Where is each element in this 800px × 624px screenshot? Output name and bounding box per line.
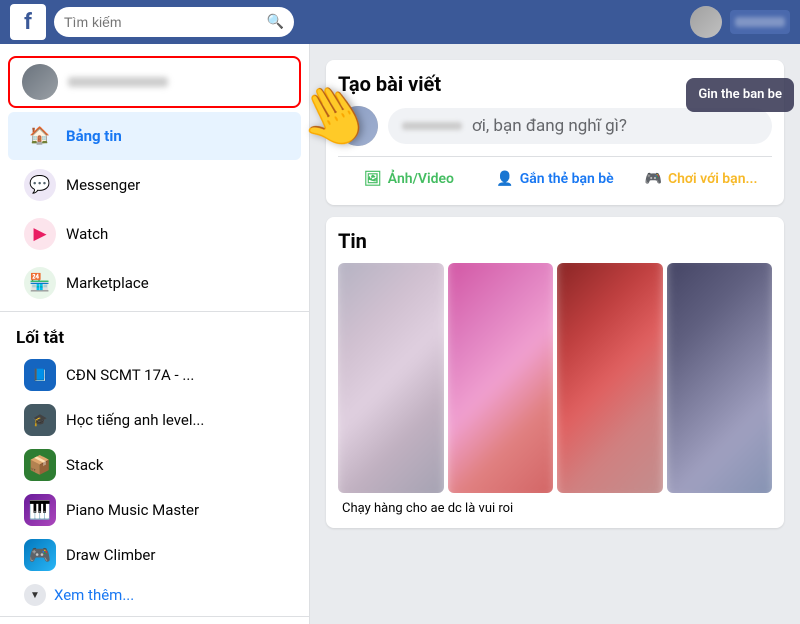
hoc-icon: 🎓 xyxy=(24,404,56,436)
search-input[interactable] xyxy=(64,14,267,30)
sidebar-item-bang-tin[interactable]: 🏠 Bảng tin xyxy=(8,112,301,160)
feed-column: 🤚 Gin the ban be Tạo bài viết ơi, bạn đa… xyxy=(326,60,784,540)
sidebar-item-messenger[interactable]: 💬 Messenger xyxy=(8,161,301,209)
shortcut-cdn[interactable]: 📘 CĐN SCMT 17A - ... xyxy=(8,353,301,397)
profile-name-blur xyxy=(68,77,168,87)
avatar xyxy=(22,64,58,100)
sidebar: 🏠 Bảng tin 💬 Messenger ▶ Watch 🏪 Marketp… xyxy=(0,44,310,624)
tin-caption: Chạy hàng cho ae dc là vui roi xyxy=(338,493,772,516)
page-wrapper: 🏠 Bảng tin 💬 Messenger ▶ Watch 🏪 Marketp… xyxy=(0,44,800,624)
divider xyxy=(0,311,309,312)
create-post-input-row: ơi, bạn đang nghĩ gì? xyxy=(338,106,772,146)
search-icon: 🔍 xyxy=(267,14,284,30)
tin-image-3[interactable] xyxy=(557,263,663,493)
sidebar-item-label: Watch xyxy=(66,225,108,243)
shortcut-label: Học tiếng anh level... xyxy=(66,411,204,429)
watch-icon: ▶ xyxy=(24,218,56,250)
tin-title: Tin xyxy=(338,229,772,253)
sidebar-item-watch[interactable]: ▶ Watch xyxy=(8,210,301,258)
shortcut-draw[interactable]: 🎮 Draw Climber xyxy=(8,533,301,577)
marketplace-icon: 🏪 xyxy=(24,267,56,299)
sidebar-item-label: Messenger xyxy=(66,176,140,194)
tin-image-2[interactable] xyxy=(448,263,554,493)
shortcut-label: Stack xyxy=(66,456,103,474)
play-game-label: Chơi với bạn... xyxy=(668,171,758,187)
create-post-box: Tạo bài viết ơi, bạn đang nghĩ gì? 🖼 Ảnh… xyxy=(326,60,784,205)
game-icon: 🎮 xyxy=(645,171,662,187)
shortcut-piano[interactable]: 🎹 Piano Music Master xyxy=(8,488,301,532)
navbar-name-pill xyxy=(730,10,790,34)
navbar-right xyxy=(690,6,790,38)
shortcut-stack[interactable]: 📦 Stack xyxy=(8,443,301,487)
avatar[interactable] xyxy=(690,6,722,38)
post-author-name-blur xyxy=(402,122,462,130)
sidebar-item-marketplace[interactable]: 🏪 Marketplace xyxy=(8,259,301,307)
create-post-input[interactable]: ơi, bạn đang nghĩ gì? xyxy=(388,108,772,144)
photo-video-button[interactable]: 🖼 Ảnh/Video xyxy=(338,165,480,193)
create-post-actions: 🖼 Ảnh/Video 👤 Gắn thẻ bạn bè 🎮 Chơi với … xyxy=(338,156,772,193)
tin-section: Tin Chạy hàng cho ae dc là vui roi xyxy=(326,217,784,528)
photo-video-label: Ảnh/Video xyxy=(388,171,454,187)
draw-icon: 🎮 xyxy=(24,539,56,571)
shortcut-label: Draw Climber xyxy=(66,546,155,564)
see-more-label: Xem thêm... xyxy=(54,586,134,604)
chevron-down-icon: ▼ xyxy=(24,584,46,606)
piano-icon: 🎹 xyxy=(24,494,56,526)
main-content: 🤚 Gin the ban be Tạo bài viết ơi, bạn đa… xyxy=(310,44,800,624)
tag-friend-button[interactable]: 👤 Gắn thẻ bạn bè xyxy=(484,165,626,193)
shortcut-label: Piano Music Master xyxy=(66,501,199,519)
navbar: f 🔍 xyxy=(0,0,800,44)
tin-image-4[interactable] xyxy=(667,263,773,493)
sidebar-item-label: Bảng tin xyxy=(66,127,122,145)
avatar xyxy=(338,106,378,146)
sidebar-item-label: Marketplace xyxy=(66,274,149,292)
facebook-logo[interactable]: f xyxy=(10,4,46,40)
divider xyxy=(0,616,309,617)
tag-friend-label: Gắn thẻ bạn bè xyxy=(520,171,614,187)
photo-icon: 🖼 xyxy=(364,171,382,187)
navbar-username-blur xyxy=(735,17,785,27)
tin-image-1[interactable] xyxy=(338,263,444,493)
sidebar-profile-row[interactable] xyxy=(8,56,301,108)
tin-images-row xyxy=(338,263,772,493)
cdn-icon: 📘 xyxy=(24,359,56,391)
stack-icon: 📦 xyxy=(24,449,56,481)
shortcut-hoc[interactable]: 🎓 Học tiếng anh level... xyxy=(8,398,301,442)
loi-tat-title: Lối tắt xyxy=(0,316,309,352)
see-more[interactable]: ▼ Xem thêm... xyxy=(8,578,301,612)
messenger-icon: 💬 xyxy=(24,169,56,201)
shortcut-label: CĐN SCMT 17A - ... xyxy=(66,366,194,384)
search-bar[interactable]: 🔍 xyxy=(54,7,294,37)
play-game-button[interactable]: 🎮 Chơi với bạn... xyxy=(630,165,772,193)
tag-icon: 👤 xyxy=(496,171,513,187)
post-placeholder: ơi, bạn đang nghĩ gì? xyxy=(472,116,627,136)
bang-tin-icon: 🏠 xyxy=(24,120,56,152)
create-post-title: Tạo bài viết xyxy=(338,72,772,96)
